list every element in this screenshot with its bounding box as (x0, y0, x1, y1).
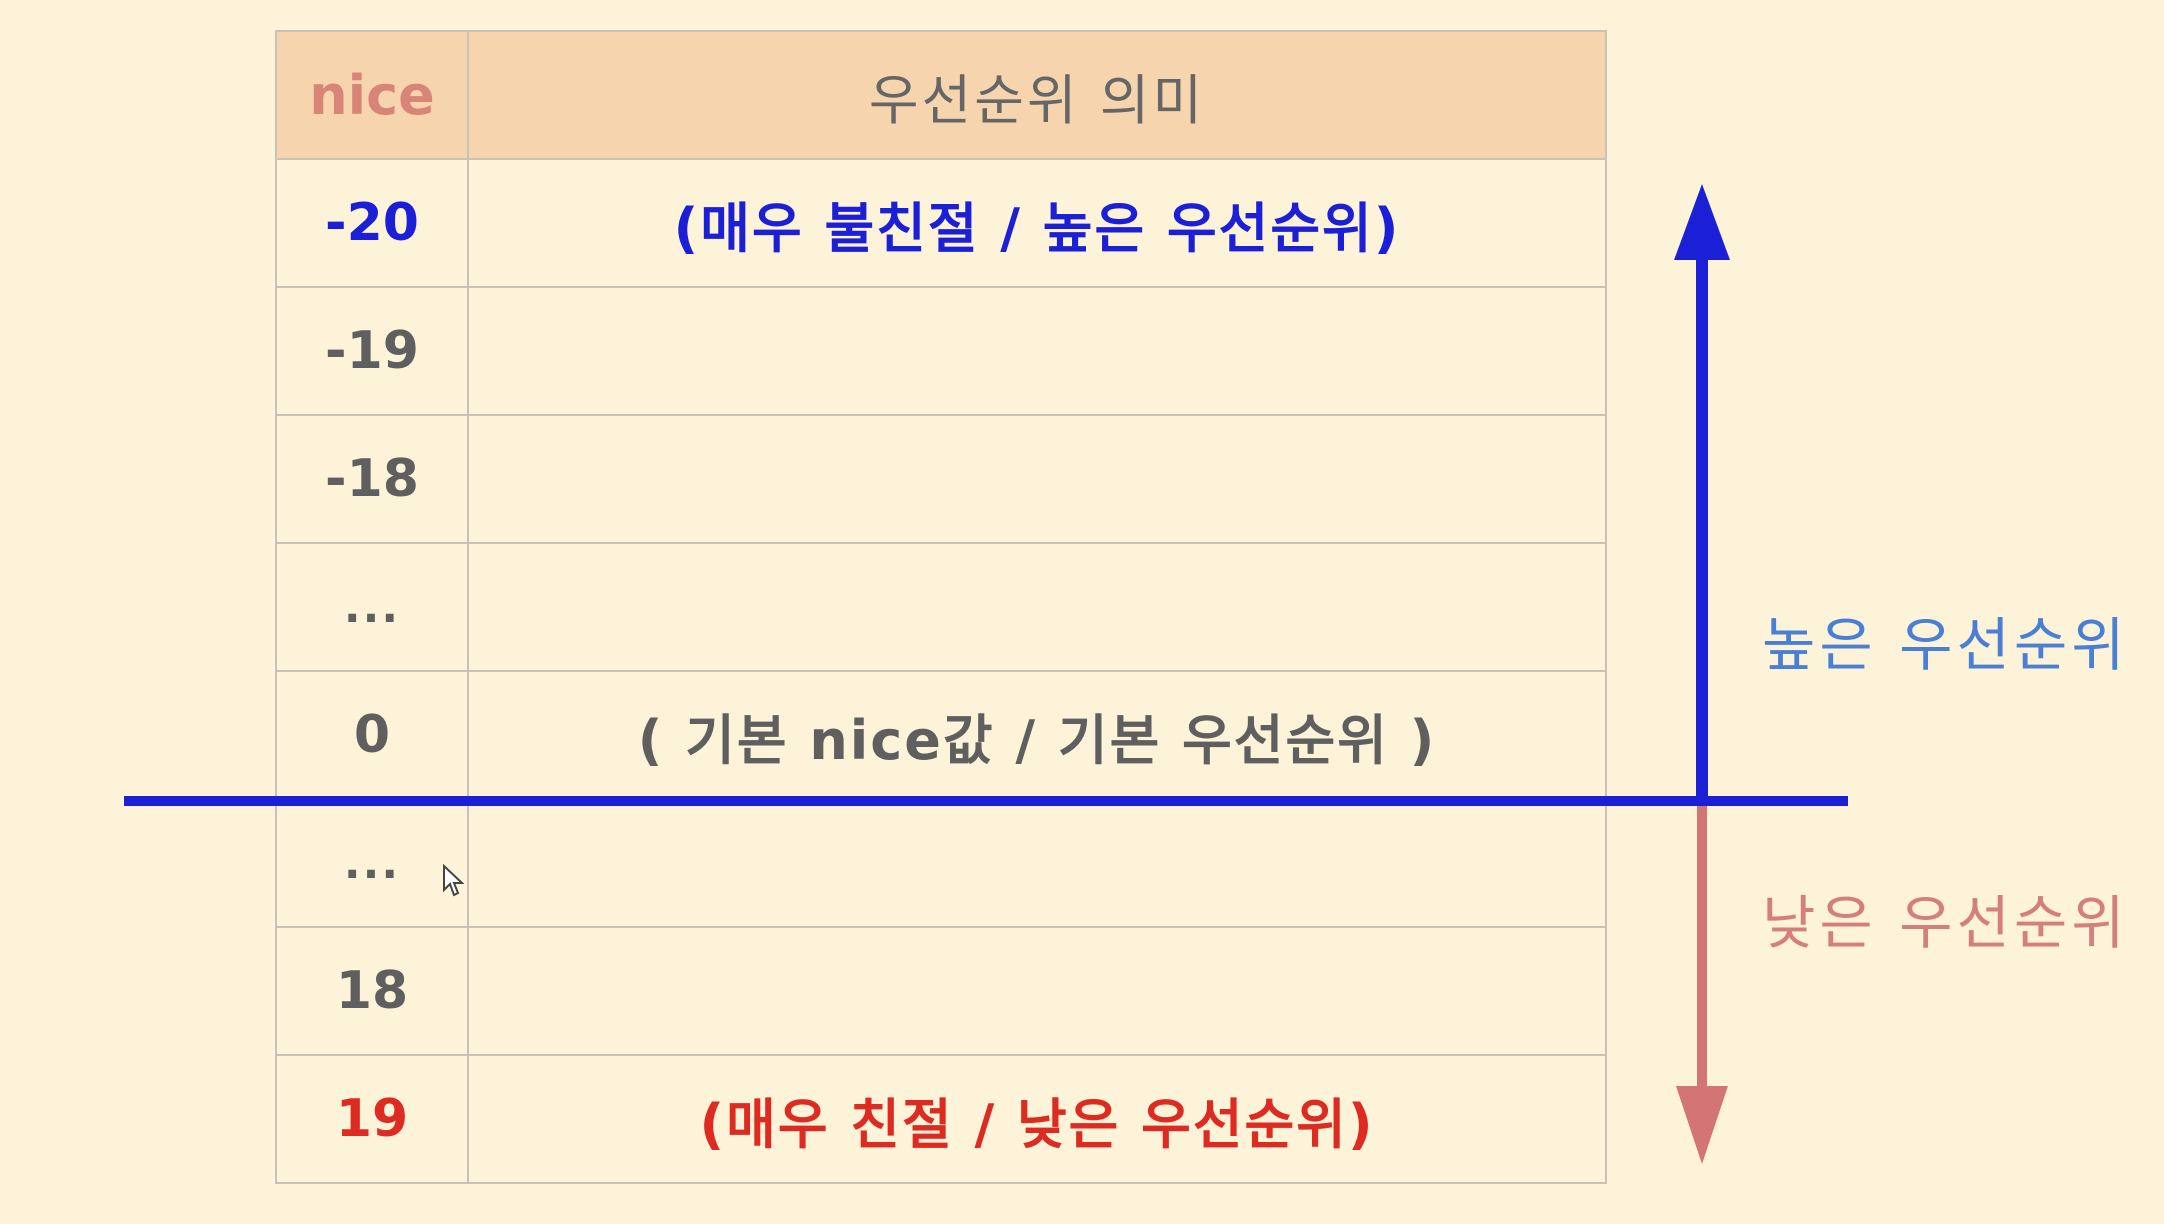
nice-value: ... (275, 798, 469, 928)
table-row: 0 ( 기본 nice값 / 기본 우선순위 ) (275, 670, 1607, 800)
arrow-down-icon (1676, 806, 1728, 1164)
meaning-value (467, 414, 1607, 544)
nice-value: ... (275, 542, 469, 672)
nice-value: -18 (275, 414, 469, 544)
meaning-value (467, 542, 1607, 672)
mouse-cursor-icon (443, 864, 464, 897)
table-row: -20 (매우 불친절 / 높은 우선순위) (275, 158, 1607, 288)
meaning-value (467, 798, 1607, 928)
table-header-row: nice 우선순위 의미 (275, 30, 1607, 160)
arrow-up-icon (1674, 184, 1730, 796)
nice-value: 19 (275, 1054, 469, 1184)
table-row: 18 (275, 926, 1607, 1056)
table-row: -19 (275, 286, 1607, 416)
meaning-value: (매우 불친절 / 높은 우선순위) (467, 158, 1607, 288)
nice-value: 18 (275, 926, 469, 1056)
table-row: -18 (275, 414, 1607, 544)
table-row: 19 (매우 친절 / 낮은 우선순위) (275, 1054, 1607, 1184)
table-row: ... (275, 798, 1607, 928)
meaning-value: (매우 친절 / 낮은 우선순위) (467, 1054, 1607, 1184)
meaning-value: ( 기본 nice값 / 기본 우선순위 ) (467, 670, 1607, 800)
high-priority-label: 높은 우선순위 (1762, 611, 2129, 679)
nice-value: -20 (275, 158, 469, 288)
low-priority-label: 낮은 우선순위 (1762, 889, 2129, 957)
nice-value: 0 (275, 670, 469, 800)
table-row: ... (275, 542, 1607, 672)
meaning-value (467, 286, 1607, 416)
nice-value: -19 (275, 286, 469, 416)
meaning-column-header: 우선순위 의미 (467, 30, 1607, 160)
nice-column-header: nice (275, 30, 469, 160)
default-priority-divider-line (124, 796, 1848, 806)
nice-priority-table: nice 우선순위 의미 -20 (매우 불친절 / 높은 우선순위) -19 … (275, 30, 1607, 1184)
meaning-value (467, 926, 1607, 1056)
